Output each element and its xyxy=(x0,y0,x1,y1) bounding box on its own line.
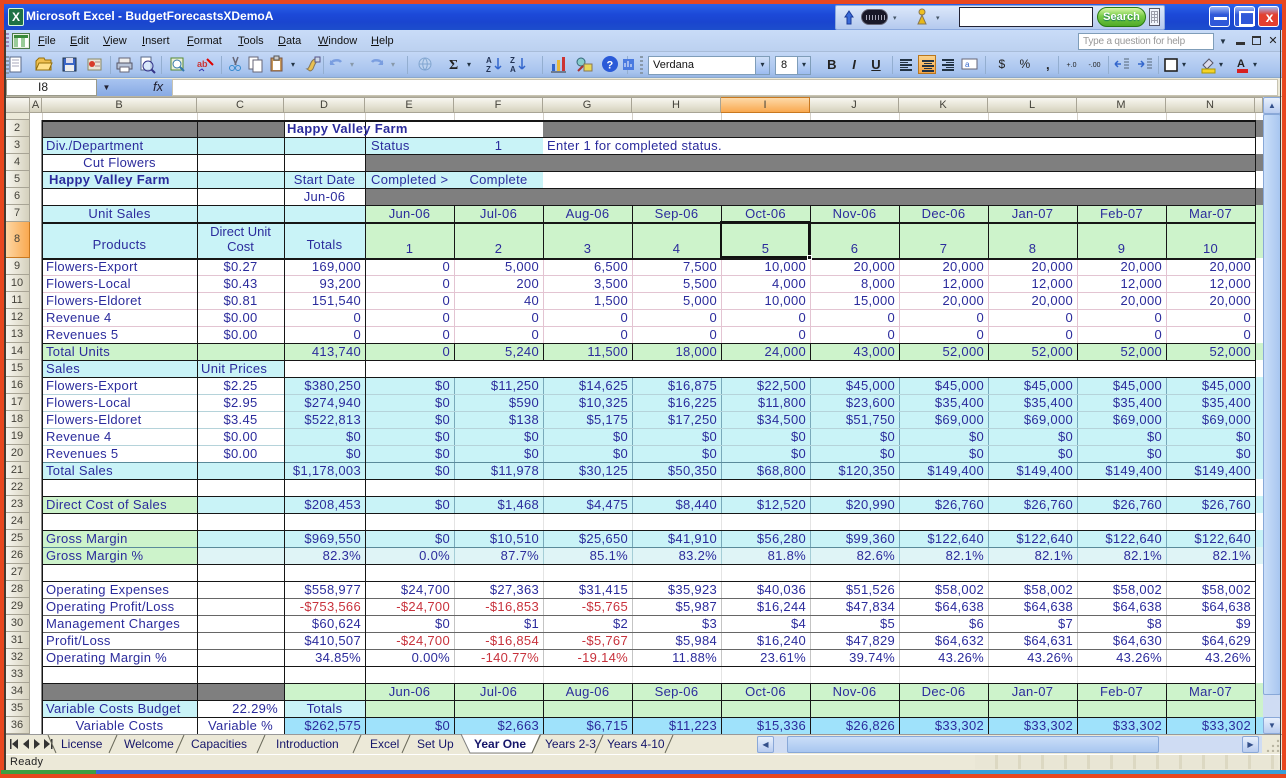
svg-text:Z: Z xyxy=(486,65,491,74)
svg-text:Σ: Σ xyxy=(449,58,458,73)
svg-text:Excel: Excel xyxy=(370,737,399,751)
svg-text:Welcome: Welcome xyxy=(124,737,174,751)
svg-text:Set Up: Set Up xyxy=(417,737,454,751)
svg-text:Years 2-3: Years 2-3 xyxy=(545,737,596,751)
svg-text:A: A xyxy=(510,65,516,74)
svg-text:License: License xyxy=(61,737,103,751)
svg-text:A: A xyxy=(486,56,492,65)
svg-text:A: A xyxy=(1237,58,1245,70)
svg-text:Introduction: Introduction xyxy=(276,737,339,751)
svg-text:?: ? xyxy=(607,60,614,72)
svg-text:Year One: Year One xyxy=(474,737,526,751)
svg-text:a: a xyxy=(965,60,970,69)
svg-text:Capacities: Capacities xyxy=(191,737,247,751)
svg-text:Years 4-10: Years 4-10 xyxy=(607,737,665,751)
svg-text:ab: ab xyxy=(197,59,208,69)
svg-text:Z: Z xyxy=(510,56,515,65)
